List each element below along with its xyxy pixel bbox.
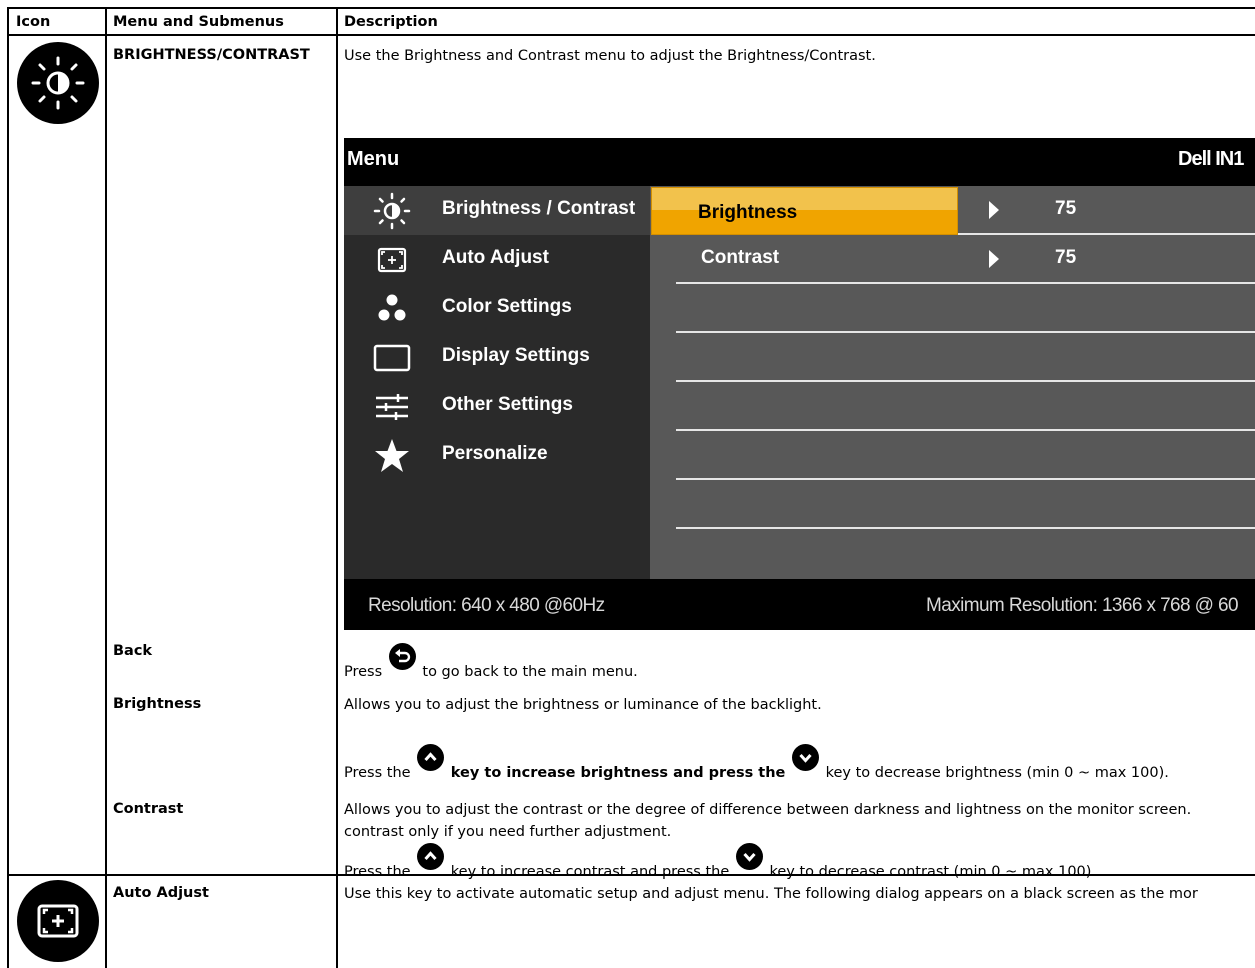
desc-brightness-contrast: Use the Brightness and Contrast menu to … xyxy=(344,48,876,64)
osd-item-color-settings: Color Settings xyxy=(344,284,650,333)
display-rectangle-icon xyxy=(372,338,412,378)
header-icon: Icon xyxy=(16,14,51,30)
osd-item-other-settings: Other Settings xyxy=(344,382,650,431)
menu-brightness-contrast: BRIGHTNESS/CONTRAST xyxy=(113,47,310,63)
osd-item-brightness-contrast: Brightness / Contrast xyxy=(344,186,650,235)
osd-item-label: Display Settings xyxy=(442,345,590,366)
osd-title: Menu xyxy=(347,148,400,170)
header-description: Description xyxy=(344,14,438,30)
osd-sub-empty xyxy=(650,382,1255,431)
osd-sub-empty xyxy=(650,480,1255,529)
osd-item-display-settings: Display Settings xyxy=(344,333,650,382)
desc-contrast-line2: contrast only if you need further adjust… xyxy=(344,824,672,840)
color-dots-icon xyxy=(372,289,412,329)
desc-brightness: Allows you to adjust the brightness or l… xyxy=(344,697,822,713)
desc-text: key to increase brightness and press the xyxy=(450,765,786,781)
auto-adjust-icon xyxy=(372,240,412,280)
down-button-icon xyxy=(735,843,763,870)
desc-text: Press xyxy=(344,664,383,680)
osd-max-resolution: Maximum Resolution: 1366 x 768 @ 60 xyxy=(926,595,1239,616)
osd-main-menu: Brightness / Contrast Auto Adjust Color … xyxy=(344,186,650,579)
col-divider-1 xyxy=(105,7,107,968)
desc-text: key to decrease brightness (min 0 ~ max … xyxy=(825,765,1169,781)
desc-text: Press the xyxy=(344,864,411,880)
menu-auto-adjust: Auto Adjust xyxy=(113,885,209,901)
osd-item-label: Personalize xyxy=(442,443,548,464)
up-button-icon xyxy=(417,843,445,870)
osd-sub-brightness: Brightness 75 xyxy=(650,186,1255,235)
star-icon xyxy=(372,436,412,476)
osd-item-label: Brightness / Contrast xyxy=(442,198,636,219)
desc-brightness-keys: Press the key to increase brightness and… xyxy=(344,744,1169,784)
desc-auto-adjust: Use this key to activate automatic setup… xyxy=(344,886,1198,902)
osd-menu-screenshot: Menu Dell IN1 Brightness / Contrast Auto… xyxy=(344,138,1255,630)
menu-contrast: Contrast xyxy=(113,801,184,817)
osd-item-auto-adjust: Auto Adjust xyxy=(344,235,650,284)
osd-submenu: Brightness 75 Contrast 75 xyxy=(650,186,1255,579)
auto-adjust-icon xyxy=(17,880,99,962)
desc-text: key to decrease contrast (min 0 ~ max 10… xyxy=(769,864,1097,880)
osd-item-label: Other Settings xyxy=(442,394,573,415)
sub-label: Contrast xyxy=(701,247,780,268)
osd-sub-empty xyxy=(650,284,1255,333)
up-button-icon xyxy=(417,744,445,771)
osd-sub-empty xyxy=(650,333,1255,382)
down-button-icon xyxy=(792,744,820,771)
osd-item-label: Auto Adjust xyxy=(442,247,549,268)
menu-brightness: Brightness xyxy=(113,696,202,712)
brightness-sun-icon xyxy=(17,42,99,124)
sub-value: 75 xyxy=(1055,198,1077,219)
osd-item-personalize: Personalize xyxy=(344,431,650,480)
osd-resolution: Resolution: 640 x 480 @60Hz xyxy=(368,595,605,616)
osd-sub-empty xyxy=(650,431,1255,480)
desc-back: Press to go back to the main menu. xyxy=(344,643,638,683)
desc-text: key to increase contrast and press the xyxy=(450,864,730,880)
desc-contrast-keys: Press the key to increase contrast and p… xyxy=(344,843,1097,883)
osd-sub-contrast: Contrast 75 xyxy=(650,235,1255,284)
header-bottom-border xyxy=(7,34,1255,36)
arrow-right-icon xyxy=(989,250,999,268)
sub-label: Brightness xyxy=(698,202,798,223)
sun-icon xyxy=(372,191,412,231)
table-top-border xyxy=(7,7,1255,9)
back-button-icon xyxy=(388,643,416,670)
desc-text: to go back to the main menu. xyxy=(422,664,638,680)
header-menu: Menu and Submenus xyxy=(113,14,284,30)
sliders-icon xyxy=(372,387,412,427)
desc-text: Press the xyxy=(344,765,411,781)
arrow-right-icon xyxy=(989,201,999,219)
menu-back: Back xyxy=(113,643,153,659)
table-left-border xyxy=(7,7,9,968)
desc-contrast-line1: Allows you to adjust the contrast or the… xyxy=(344,802,1192,818)
osd-brand: Dell IN1 xyxy=(1178,148,1244,170)
sub-value: 75 xyxy=(1055,247,1077,268)
osd-item-label: Color Settings xyxy=(442,296,572,317)
selection-highlight: Brightness xyxy=(651,187,958,235)
col-divider-2 xyxy=(336,7,338,968)
